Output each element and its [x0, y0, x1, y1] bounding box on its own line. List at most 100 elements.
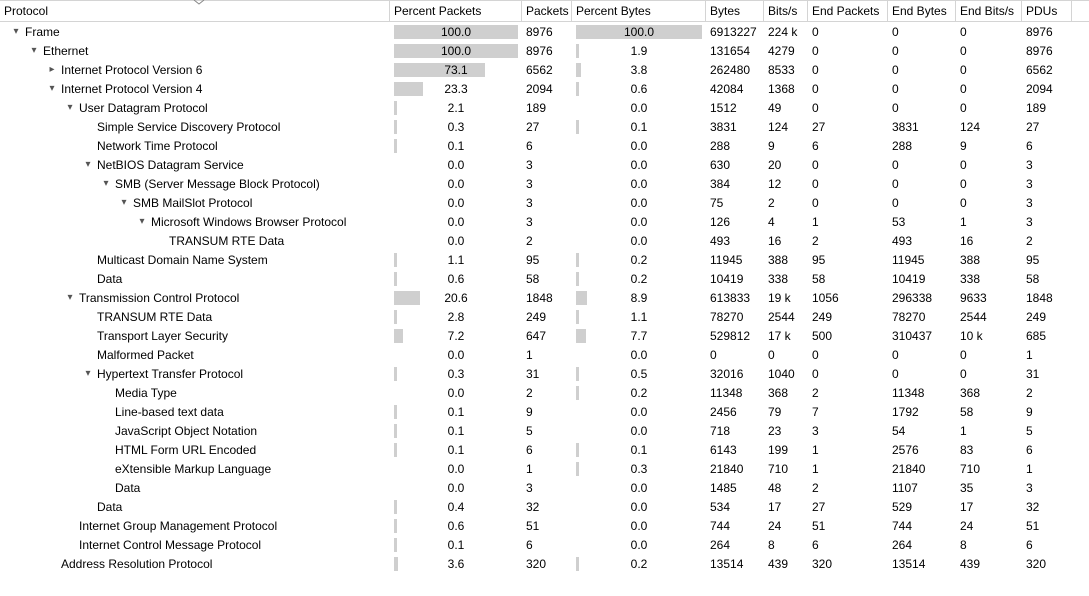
table-row[interactable]: Simple Service Discovery Protocol0.3270.… — [0, 117, 1089, 136]
table-row[interactable]: HTML Form URL Encoded0.160.1614319912576… — [0, 440, 1089, 459]
cell-bytes-value: 262480 — [710, 63, 750, 77]
chevron-down-icon[interactable] — [64, 292, 76, 303]
table-row[interactable]: Malformed Packet0.010.0000001 — [0, 345, 1089, 364]
chevron-down-icon[interactable] — [10, 26, 22, 37]
table-row[interactable]: Frame100.08976100.06913227224 k0008976 — [0, 22, 1089, 41]
col-header-pdus[interactable]: PDUs — [1022, 0, 1072, 22]
col-header-protocol[interactable]: Protocol — [0, 0, 390, 22]
cell-packets-value: 31 — [526, 367, 539, 381]
cell-percent-packets: 2.8 — [390, 310, 522, 324]
table-row[interactable]: Ethernet100.089761.913165442790008976 — [0, 41, 1089, 60]
cell-end-packets: 2 — [808, 481, 888, 495]
col-header-end-packets[interactable]: End Packets — [808, 0, 888, 22]
cell-bytes: 13514 — [706, 557, 764, 571]
percent-packets-value: 20.6 — [394, 291, 518, 305]
table-row[interactable]: JavaScript Object Notation0.150.07182335… — [0, 421, 1089, 440]
cell-percent-packets: 0.0 — [390, 386, 522, 400]
cell-bytes: 2456 — [706, 405, 764, 419]
col-header-packets[interactable]: Packets — [522, 0, 572, 22]
chevron-down-icon[interactable] — [28, 45, 40, 56]
table-row[interactable]: Internet Protocol Version 673.165623.826… — [0, 60, 1089, 79]
chevron-down-icon[interactable] — [82, 159, 94, 170]
cell-end-packets: 27 — [808, 500, 888, 514]
table-row[interactable]: Transport Layer Security7.26477.75298121… — [0, 326, 1089, 345]
cell-bytes: 529812 — [706, 329, 764, 343]
table-row[interactable]: Hypertext Transfer Protocol0.3310.532016… — [0, 364, 1089, 383]
cell-bits-s-value: 224 k — [768, 25, 797, 39]
cell-packets: 9 — [522, 405, 572, 419]
cell-end-packets-value: 0 — [812, 101, 819, 115]
table-row[interactable]: User Datagram Protocol2.11890.0151249000… — [0, 98, 1089, 117]
table-row[interactable]: Internet Control Message Protocol0.160.0… — [0, 535, 1089, 554]
protocol-name: Network Time Protocol — [97, 139, 218, 153]
col-header-end-bytes[interactable]: End Bytes — [888, 0, 956, 22]
cell-percent-packets: 2.1 — [390, 101, 522, 115]
table-row[interactable]: SMB MailSlot Protocol0.030.07520003 — [0, 193, 1089, 212]
table-row[interactable]: Data0.4320.053417275291732 — [0, 497, 1089, 516]
cell-bytes-value: 6913227 — [710, 25, 757, 39]
cell-pdus-value: 1848 — [1026, 291, 1053, 305]
table-row[interactable]: Transmission Control Protocol20.618488.9… — [0, 288, 1089, 307]
cell-end-packets: 27 — [808, 120, 888, 134]
col-header-percent-packets-label: Percent Packets — [394, 4, 481, 18]
percent-bytes-value: 0.2 — [576, 386, 702, 400]
col-header-bytes[interactable]: Bytes — [706, 0, 764, 22]
col-header-bits-s[interactable]: Bits/s — [764, 0, 808, 22]
cell-end-bytes: 0 — [888, 177, 956, 191]
cell-end-bits-s-value: 0 — [960, 158, 967, 172]
percent-bytes-value: 0.0 — [576, 424, 702, 438]
cell-packets: 249 — [522, 310, 572, 324]
cell-end-bytes-value: 288 — [892, 139, 912, 153]
cell-pdus-value: 95 — [1026, 253, 1039, 267]
protocol-name: Internet Control Message Protocol — [79, 538, 261, 552]
cell-end-packets: 320 — [808, 557, 888, 571]
chevron-down-icon[interactable] — [118, 197, 130, 208]
chevron-down-icon[interactable] — [82, 368, 94, 379]
table-row[interactable]: NetBIOS Datagram Service0.030.0630200003 — [0, 155, 1089, 174]
table-row[interactable]: Line-based text data0.190.02456797179258… — [0, 402, 1089, 421]
table-row[interactable]: Internet Protocol Version 423.320940.642… — [0, 79, 1089, 98]
cell-end-packets-value: 0 — [812, 82, 819, 96]
col-header-end-bits-s[interactable]: End Bits/s — [956, 0, 1022, 22]
table-row[interactable]: TRANSUM RTE Data0.020.0493162493162 — [0, 231, 1089, 250]
cell-percent-bytes: 0.1 — [572, 120, 706, 134]
col-header-percent-packets[interactable]: Percent Packets — [390, 0, 522, 22]
table-row[interactable]: Address Resolution Protocol3.63200.21351… — [0, 554, 1089, 573]
table-row[interactable]: Data0.6580.210419338581041933858 — [0, 269, 1089, 288]
cell-end-bytes-value: 0 — [892, 82, 899, 96]
cell-bytes-value: 718 — [710, 424, 730, 438]
chevron-down-icon[interactable] — [136, 216, 148, 227]
cell-end-bits-s: 0 — [956, 367, 1022, 381]
table-row[interactable]: Network Time Protocol0.160.02889628896 — [0, 136, 1089, 155]
cell-end-bits-s-value: 35 — [960, 481, 973, 495]
chevron-down-icon[interactable] — [100, 178, 112, 189]
chevron-down-icon[interactable] — [46, 83, 58, 94]
cell-bits-s-value: 8 — [768, 538, 775, 552]
cell-bytes-value: 613833 — [710, 291, 750, 305]
chevron-down-icon[interactable] — [64, 102, 76, 113]
col-header-end-bits-s-label: End Bits/s — [960, 4, 1014, 18]
percent-packets-value: 0.0 — [394, 348, 518, 362]
cell-percent-packets: 7.2 — [390, 329, 522, 343]
cell-end-packets-value: 0 — [812, 196, 819, 210]
table-row[interactable]: Microsoft Windows Browser Protocol0.030.… — [0, 212, 1089, 231]
column-resize-handle-icon[interactable] — [192, 0, 206, 6]
cell-packets: 27 — [522, 120, 572, 134]
cell-end-bits-s: 58 — [956, 405, 1022, 419]
table-row[interactable]: Internet Group Management Protocol0.6510… — [0, 516, 1089, 535]
table-row[interactable]: TRANSUM RTE Data2.82491.1782702544249782… — [0, 307, 1089, 326]
table-row[interactable]: Multicast Domain Name System1.1950.21194… — [0, 250, 1089, 269]
cell-end-bits-s: 16 — [956, 234, 1022, 248]
cell-pdus-value: 2 — [1026, 234, 1033, 248]
chevron-right-icon[interactable] — [46, 64, 58, 75]
col-header-percent-bytes[interactable]: Percent Bytes — [572, 0, 706, 22]
cell-bytes: 10419 — [706, 272, 764, 286]
table-row[interactable]: SMB (Server Message Block Protocol)0.030… — [0, 174, 1089, 193]
cell-end-bytes-value: 21840 — [892, 462, 925, 476]
protocol-name: Hypertext Transfer Protocol — [97, 367, 243, 381]
table-row[interactable]: eXtensible Markup Language0.010.32184071… — [0, 459, 1089, 478]
table-row[interactable]: Data0.030.014854821107353 — [0, 478, 1089, 497]
protocol-name: JavaScript Object Notation — [115, 424, 257, 438]
table-row[interactable]: Media Type0.020.2113483682113483682 — [0, 383, 1089, 402]
col-header-end-packets-label: End Packets — [812, 4, 879, 18]
